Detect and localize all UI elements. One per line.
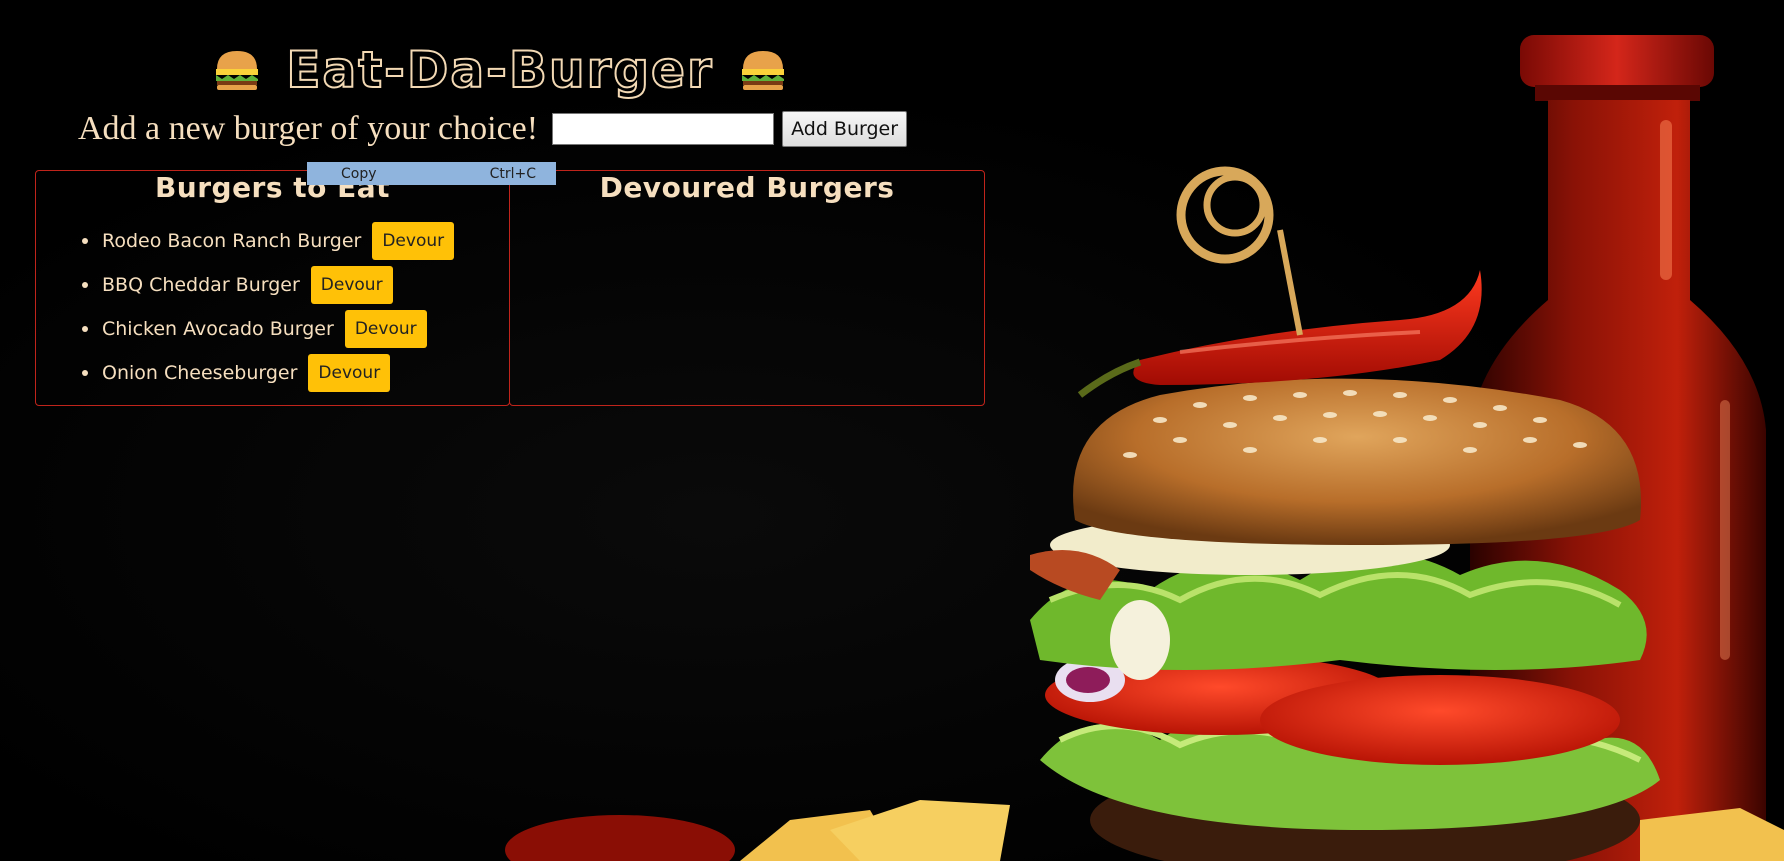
hamburger-icon (216, 51, 259, 90)
devour-button[interactable]: Devour (310, 266, 393, 304)
burger-name: Rodeo Bacon Ranch Burger (102, 230, 362, 252)
burger-name: Onion Cheeseburger (102, 362, 298, 384)
burger-name: Chicken Avocado Burger (102, 318, 334, 340)
burger-name: BBQ Cheddar Burger (102, 274, 300, 296)
list-item: Rodeo Bacon Ranch Burger Devour (82, 219, 509, 263)
chili-pepper (1077, 270, 1482, 398)
add-burger-label: Add a new burger of your choice! (78, 110, 539, 147)
devour-button[interactable]: Devour (344, 310, 427, 348)
site-header: Eat-Da-Burger (0, 40, 1000, 100)
bullet (82, 238, 88, 244)
bullet (82, 370, 88, 376)
list-item: Chicken Avocado Burger Devour (82, 307, 509, 351)
context-menu-shortcut: Ctrl+C (489, 165, 536, 182)
app-root: Eat-Da-Burger Add a new burger of your c… (0, 0, 1784, 861)
burgers-to-eat-panel: Burgers to Eat Rodeo Bacon Ranch Burger … (35, 170, 510, 406)
bullet (82, 282, 88, 288)
list-item: BBQ Cheddar Burger Devour (82, 263, 509, 307)
hamburger-icon (741, 51, 784, 90)
burger-name-input[interactable] (552, 113, 775, 145)
context-menu-copy-item[interactable]: Copy Ctrl+C (307, 162, 556, 185)
add-burger-form: Add a new burger of your choice! Add Bur… (78, 110, 908, 148)
burgers-to-eat-list: Rodeo Bacon Ranch Burger Devour BBQ Ched… (36, 219, 509, 395)
site-title: Eat-Da-Burger (285, 40, 714, 100)
burger (1030, 378, 1660, 861)
add-burger-button[interactable]: Add Burger (782, 111, 908, 147)
context-menu-label: Copy (341, 165, 377, 182)
skewer (1176, 166, 1303, 336)
bullet (82, 326, 88, 332)
devoured-burgers-panel: Devoured Burgers (509, 170, 985, 406)
devoured-burgers-title: Devoured Burgers (599, 171, 895, 204)
list-item: Onion Cheeseburger Devour (82, 351, 509, 395)
devour-button[interactable]: Devour (308, 354, 391, 392)
devour-button[interactable]: Devour (372, 222, 455, 260)
